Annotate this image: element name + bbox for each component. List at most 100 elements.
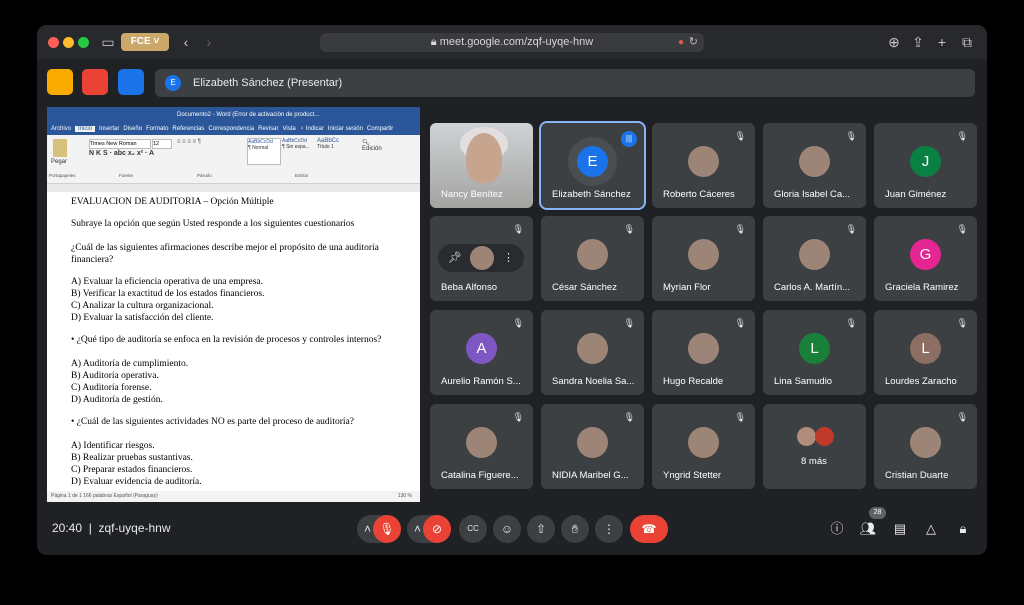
avatar-photo <box>688 239 719 270</box>
info-icon[interactable]: ⓘ <box>827 519 847 539</box>
participant-tile[interactable]: 📌︎ ⋮ 🎙︎ Beba Alfonso <box>430 216 533 301</box>
leave-call-icon[interactable]: ☎︎ <box>630 515 668 543</box>
camera-off-icon[interactable]: ⊘ <box>423 515 451 543</box>
more-options-icon[interactable]: ⋮ <box>595 515 623 543</box>
presenter-avatar: E <box>165 75 181 91</box>
chevron-up-icon[interactable]: ˄ <box>364 515 371 543</box>
mic-off-icon: 🎙︎ <box>734 318 746 328</box>
participant-tile[interactable]: 🎙︎ César Sánchez <box>541 216 644 301</box>
profile-label: FCE <box>130 36 151 47</box>
participant-tile[interactable]: 🎙︎ Cristian Duarte <box>874 404 977 489</box>
word-tab: Revisar <box>258 126 279 132</box>
mic-off-icon: 🎙︎ <box>956 412 968 422</box>
participant-tile[interactable]: 🎙︎ Sandra Noelia Sa... <box>541 310 644 395</box>
minimize-window-button[interactable] <box>63 37 74 48</box>
word-tab: Referencias <box>172 126 205 132</box>
document-line: B) Verificar la exactitud de los estados… <box>71 289 265 299</box>
word-ribbon: Pegar Times New Roman 12 N K S · abc x₂ … <box>47 135 420 184</box>
raise-hand-icon[interactable]: ✋︎ <box>561 515 589 543</box>
tile-hover-controls[interactable]: 📌︎ ⋮ <box>438 244 524 272</box>
font-name-box: Times New Roman <box>89 139 151 149</box>
activities-icon[interactable]: △ <box>921 519 941 539</box>
people-icon[interactable]: 👥︎ <box>858 519 878 539</box>
presentation-banner[interactable]: E Elizabeth Sánchez (Presentar) <box>155 69 975 97</box>
participant-name: Beba Alfonso <box>441 282 497 293</box>
profile-button[interactable]: FCE ˅ <box>121 33 169 51</box>
participant-tile[interactable]: 🎙︎ Yngrid Stetter <box>652 404 755 489</box>
participant-name: Catalina Figuere... <box>441 470 519 481</box>
style-normal: AaBbCcDd ¶ Normal <box>247 138 281 165</box>
participant-tile[interactable]: 🎙︎ NIDIA Maribel G... <box>541 404 644 489</box>
participant-tile[interactable]: Nancy Benítez <box>430 123 533 208</box>
microphone-recording-icon[interactable]: ● <box>678 33 684 52</box>
participant-tile[interactable]: L 🎙︎ Lourdes Zaracho <box>874 310 977 395</box>
font-size: 12 <box>153 141 160 147</box>
more-options-icon[interactable]: ⋮ <box>503 244 514 272</box>
document-line: A) Auditoría de cumplimiento. <box>71 359 189 369</box>
new-tab-icon[interactable]: + <box>933 33 951 51</box>
participant-tile[interactable]: G 🎙︎ Graciela Ramirez <box>874 216 977 301</box>
document-line: Subraye la opción que según Usted respon… <box>71 219 355 229</box>
reload-icon[interactable]: ↻ <box>689 33 698 52</box>
participant-tile[interactable]: 🎙︎ Carlos A. Martín... <box>763 216 866 301</box>
word-tab: Correspondencia <box>208 126 255 132</box>
chat-icon[interactable]: ▤ <box>890 519 910 539</box>
browser-toolbar: ▭ FCE ˅ ‹ › 🔒︎ meet.google.com/zqf-uyqe-… <box>37 25 987 59</box>
participant-name: NIDIA Maribel G... <box>552 470 629 481</box>
avatar-photo <box>688 146 719 177</box>
participant-tile[interactable]: E ||| Elizabeth Sánchez <box>539 121 646 210</box>
activities-button[interactable] <box>118 69 144 95</box>
sidebar-icon[interactable]: ▭ <box>99 33 117 51</box>
avatar-photo <box>815 427 834 446</box>
paste-label: Pegar <box>51 159 68 165</box>
zoom-window-button[interactable] <box>78 37 89 48</box>
hide-presentation-button[interactable] <box>47 69 73 95</box>
mic-off-icon: 🎙︎ <box>512 318 524 328</box>
document-line: • ¿Qué tipo de auditoría se enfoca en la… <box>71 335 382 345</box>
lock-icon: 🔒︎ <box>430 36 440 48</box>
participant-tile[interactable]: 8 más <box>763 404 866 489</box>
camera-control[interactable]: ˄ ⊘ <box>407 515 451 543</box>
avatar: A <box>466 333 497 364</box>
participant-name: Nancy Benítez <box>441 189 503 200</box>
mic-off-icon[interactable]: 🎙︎ <box>373 515 401 543</box>
record-button[interactable] <box>82 69 108 95</box>
participant-tile[interactable]: 🎙︎ Roberto Cáceres <box>652 123 755 208</box>
mic-control[interactable]: ˄ 🎙︎ <box>357 515 401 543</box>
avatar-photo <box>466 427 497 458</box>
avatar-photo <box>577 239 608 270</box>
participant-tile[interactable]: 🎙︎ Gloria Isabel Ca... <box>763 123 866 208</box>
participant-tile[interactable]: A 🎙︎ Aurelio Ramón S... <box>430 310 533 395</box>
participant-tile[interactable]: J 🎙︎ Juan Giménez <box>874 123 977 208</box>
tab-overview-icon[interactable]: ⧉ <box>958 33 976 51</box>
participant-tile[interactable]: 🎙︎ Hugo Recalde <box>652 310 755 395</box>
captions-icon[interactable]: CC <box>459 515 487 543</box>
participant-tile[interactable]: 🎙︎ Catalina Figuere... <box>430 404 533 489</box>
mic-off-icon: 🎙︎ <box>845 224 857 234</box>
word-title: Documento2 - Word (Error de activación d… <box>177 112 320 118</box>
forward-icon[interactable]: › <box>200 33 218 51</box>
address-bar[interactable]: 🔒︎ meet.google.com/zqf-uyqe-hnw ● ↻ <box>320 33 704 52</box>
back-icon[interactable]: ‹ <box>177 33 195 51</box>
document-line: C) Preparar estados financieros. <box>71 465 193 475</box>
share-icon[interactable]: ⇪ <box>909 33 927 51</box>
avatar-photo <box>577 427 608 458</box>
word-tab: Vista <box>282 126 296 132</box>
host-controls-icon[interactable]: 🔒︎ <box>953 519 973 539</box>
close-window-button[interactable] <box>48 37 59 48</box>
format-buttons: N K S · abc x₂ x² · A <box>89 150 155 157</box>
participant-name: Aurelio Ramón S... <box>441 376 521 387</box>
participant-name: Myrian Flor <box>663 282 711 293</box>
word-status-bar: Página 1 de 1 166 palabras Español (Para… <box>47 491 420 502</box>
chevron-up-icon[interactable]: ˄ <box>414 515 421 543</box>
download-icon[interactable]: ⊕ <box>885 33 903 51</box>
document-line: • ¿Cuál de las siguientes actividades NO… <box>71 417 354 427</box>
participant-tile[interactable]: 🎙︎ Myrian Flor <box>652 216 755 301</box>
emoji-icon[interactable]: ☺ <box>493 515 521 543</box>
editing-group: 🔍︎ Edición <box>362 140 382 152</box>
word-zoom: 130 % <box>397 493 412 499</box>
participant-tile[interactable]: L 🎙︎ Lina Samudio <box>763 310 866 395</box>
pin-icon[interactable]: 📌︎ <box>448 252 462 264</box>
present-screen-icon[interactable]: ⇧ <box>527 515 555 543</box>
document-line: financiera? <box>71 255 114 265</box>
